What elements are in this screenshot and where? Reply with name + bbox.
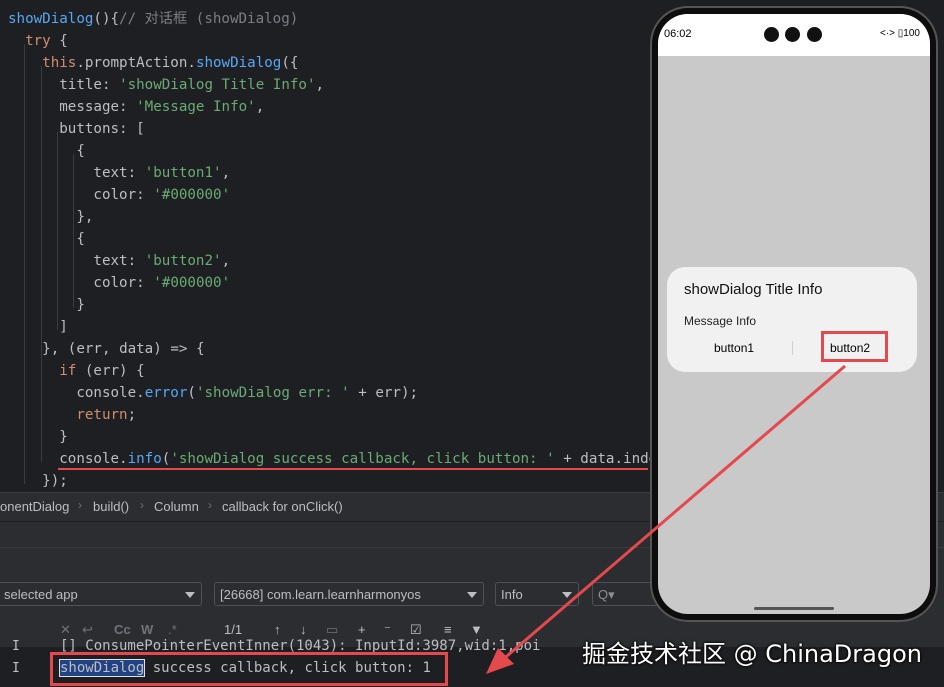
annotation-arrow [486, 364, 846, 674]
watermark: 掘金技术社区 @ ChinaDragon [582, 640, 922, 668]
arrow-line [499, 364, 846, 664]
